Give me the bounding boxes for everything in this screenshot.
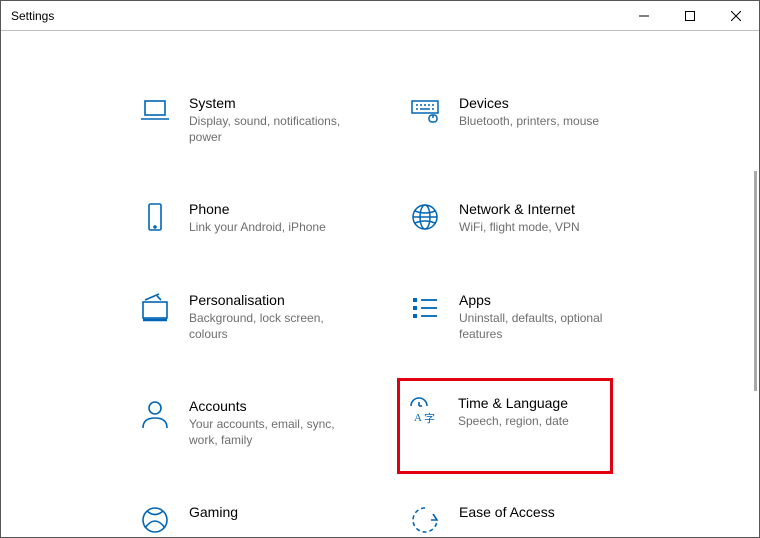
tile-subtitle: Your accounts, email, sync, work, family — [189, 416, 359, 448]
tile-gaming[interactable]: Gaming — [135, 498, 385, 537]
tile-ease-of-access[interactable]: Ease of Access — [405, 498, 655, 537]
tile-devices[interactable]: Devices Bluetooth, printers, mouse — [405, 89, 655, 151]
tile-subtitle: Display, sound, notifications, power — [189, 113, 359, 145]
window-title: Settings — [11, 9, 54, 23]
maximize-button[interactable] — [667, 1, 713, 30]
phone-icon — [139, 201, 171, 233]
scrollbar[interactable] — [753, 171, 759, 391]
tile-subtitle: Uninstall, defaults, optional features — [459, 310, 629, 342]
tile-system[interactable]: System Display, sound, notifications, po… — [135, 89, 385, 151]
settings-content: System Display, sound, notifications, po… — [1, 31, 759, 537]
tile-title: Network & Internet — [459, 201, 580, 217]
tile-apps[interactable]: Apps Uninstall, defaults, optional featu… — [405, 286, 655, 348]
keyboard-icon — [409, 95, 441, 127]
settings-grid: System Display, sound, notifications, po… — [135, 89, 675, 537]
tile-title: Time & Language — [458, 395, 569, 411]
window-controls — [621, 1, 759, 30]
tile-title: Gaming — [189, 504, 238, 520]
list-icon — [409, 292, 441, 324]
close-button[interactable] — [713, 1, 759, 30]
tile-accounts[interactable]: Accounts Your accounts, email, sync, wor… — [135, 392, 385, 454]
tile-title: Devices — [459, 95, 599, 111]
settings-window: Settings — [0, 0, 760, 538]
globe-icon — [409, 201, 441, 233]
tile-subtitle: Bluetooth, printers, mouse — [459, 113, 599, 129]
clock-lang-icon: A 字 — [408, 395, 440, 427]
svg-text:A: A — [414, 412, 422, 424]
person-icon — [139, 398, 171, 430]
tile-subtitle: Speech, region, date — [458, 413, 569, 429]
ease-icon — [409, 504, 441, 536]
tile-subtitle: Background, lock screen, colours — [189, 310, 359, 342]
xbox-icon — [139, 504, 171, 536]
tile-title: System — [189, 95, 359, 111]
tile-personalisation[interactable]: Personalisation Background, lock screen,… — [135, 286, 385, 348]
tile-subtitle: Link your Android, iPhone — [189, 219, 326, 235]
paint-icon — [139, 292, 171, 324]
titlebar: Settings — [1, 1, 759, 31]
scrollbar-thumb[interactable] — [754, 171, 757, 391]
tile-title: Phone — [189, 201, 326, 217]
tile-time-language[interactable]: A 字 Time & Language Speech, region, date — [397, 378, 613, 474]
svg-text:字: 字 — [424, 411, 435, 425]
tile-phone[interactable]: Phone Link your Android, iPhone — [135, 195, 385, 241]
tile-title: Apps — [459, 292, 629, 308]
tile-title: Personalisation — [189, 292, 359, 308]
tile-network-internet[interactable]: Network & Internet WiFi, flight mode, VP… — [405, 195, 655, 241]
laptop-icon — [139, 95, 171, 127]
tile-title: Ease of Access — [459, 504, 555, 520]
tile-subtitle: WiFi, flight mode, VPN — [459, 219, 580, 235]
minimize-button[interactable] — [621, 1, 667, 30]
tile-title: Accounts — [189, 398, 359, 414]
